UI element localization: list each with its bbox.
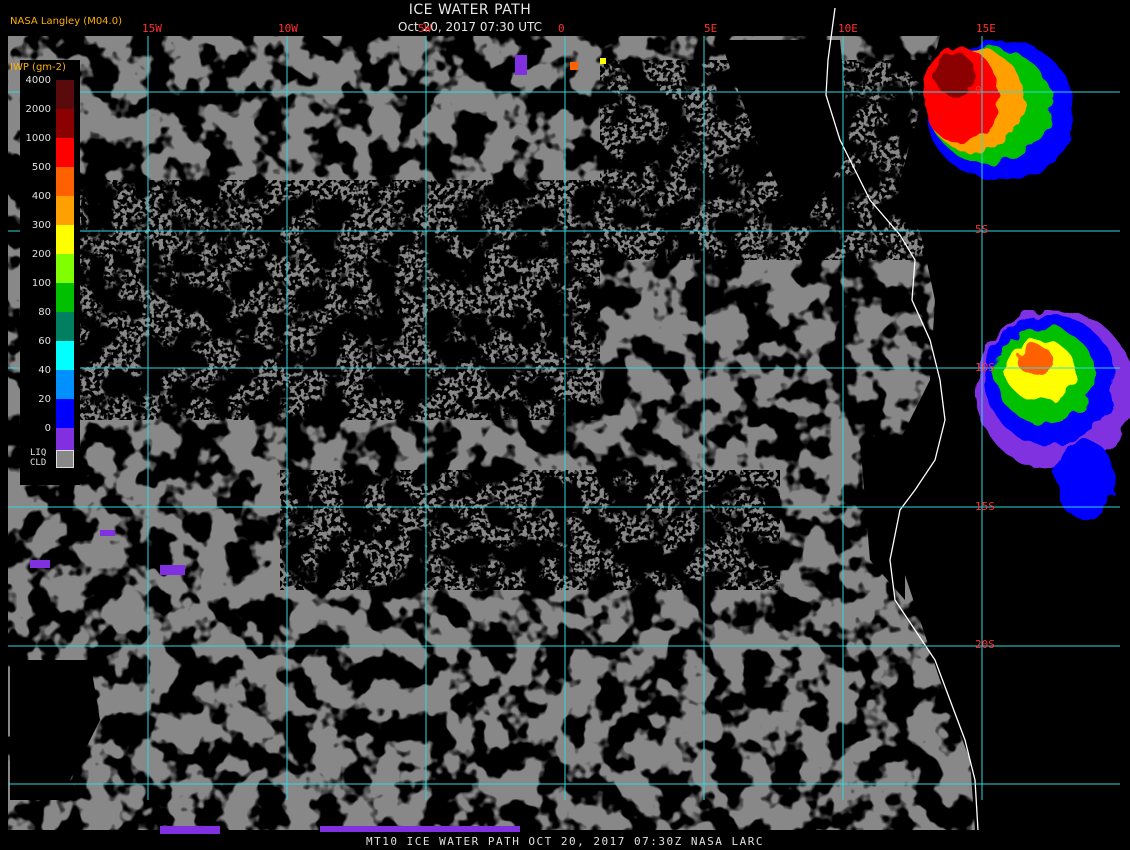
legend-swatch	[56, 312, 74, 341]
lon-label-0: 0	[558, 22, 565, 35]
footer-caption: MT10 ICE WATER PATH OCT 20, 2017 07:30Z …	[365, 835, 764, 848]
legend-swatch	[56, 254, 74, 283]
legend-swatch	[56, 167, 74, 196]
color-legend: IWP (gm-2) 4000 2000 1000 500 400 300 200 100 80…	[10, 60, 80, 485]
legend-value: 20	[38, 394, 51, 405]
legend-swatch	[56, 225, 74, 254]
legend-value: 400	[31, 191, 51, 202]
legend-swatch	[56, 138, 74, 167]
legend-swatch	[56, 109, 74, 138]
liq-cld-swatch	[56, 450, 74, 468]
lon-label-5e: 5E	[704, 22, 718, 35]
legend-swatch	[56, 283, 74, 312]
legend-value: 40	[38, 365, 51, 376]
legend-value: 300	[31, 220, 51, 231]
lon-label-15e: 15E	[976, 22, 996, 35]
legend-swatch	[56, 399, 74, 428]
legend-value: 60	[38, 336, 51, 347]
lat-label-15s: 15S	[975, 500, 995, 513]
legend-value: 1000	[25, 133, 51, 144]
lon-label-10e: 10E	[838, 22, 858, 35]
legend-swatch	[56, 370, 74, 399]
lon-label-10w: 10W	[278, 22, 298, 35]
legend-swatch	[56, 341, 74, 370]
lat-label-20s: 20S	[975, 638, 995, 651]
legend-value: 80	[38, 307, 51, 318]
legend-value: 2000	[25, 104, 51, 115]
lat-label-5s: 5S	[975, 223, 989, 236]
lon-label-5w: 5W	[418, 22, 432, 35]
lat-label-10s: 10S	[975, 361, 995, 374]
map-title: ICE WATER PATH	[408, 2, 532, 18]
source-label: NASA Langley (M04.0)	[10, 16, 122, 27]
legend-swatch	[56, 196, 74, 225]
map-timestamp: Oct 20, 2017 07:30 UTC	[398, 20, 542, 34]
lon-label-15w: 15W	[142, 22, 162, 35]
legend-swatch	[56, 80, 74, 109]
cld-label: CLD	[30, 458, 47, 468]
liq-label: LIQ	[30, 448, 47, 458]
map-image	[8, 7, 1130, 834]
legend-value: 4000	[25, 75, 51, 86]
satellite-map: ICE WATER PATH Oct 20, 2017 07:30 UTC NA…	[0, 0, 1130, 850]
legend-value: 0	[44, 423, 51, 434]
legend-value: 100	[31, 278, 51, 289]
legend-value: 500	[31, 162, 51, 173]
legend-title: IWP (gm-2)	[10, 62, 66, 73]
lat-label-0: 0	[975, 84, 982, 97]
legend-value: 200	[31, 249, 51, 260]
liq-cld-label: LIQ CLD	[30, 448, 46, 468]
